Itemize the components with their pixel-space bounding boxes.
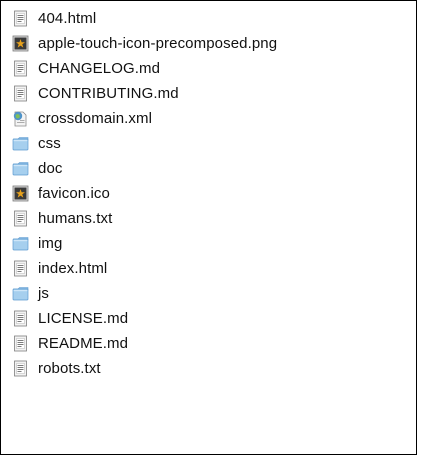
file-name: LICENSE.md [38, 310, 129, 327]
file-name: humans.txt [38, 210, 113, 227]
file-name: css [38, 135, 61, 152]
folder-icon [12, 160, 29, 177]
file-name: 404.html [38, 10, 97, 27]
xml-file-icon [12, 110, 29, 127]
text-document-icon [12, 310, 29, 327]
file-name: crossdomain.xml [38, 110, 153, 127]
image-file-icon [12, 185, 29, 202]
folder-item[interactable]: css [12, 131, 277, 156]
file-name: CONTRIBUTING.md [38, 85, 179, 102]
file-item[interactable]: CHANGELOG.md [12, 56, 277, 81]
folder-icon [12, 135, 29, 152]
file-item[interactable]: 404.html [12, 6, 277, 31]
file-name: doc [38, 160, 63, 177]
folder-icon [12, 285, 29, 302]
file-name: robots.txt [38, 360, 101, 377]
file-list: 404.html apple-touch-icon-precomposed.png… [12, 6, 277, 381]
file-item[interactable]: LICENSE.md [12, 306, 277, 331]
file-name: img [38, 235, 63, 252]
folder-item[interactable]: img [12, 231, 277, 256]
file-name: README.md [38, 335, 129, 352]
file-item[interactable]: humans.txt [12, 206, 277, 231]
file-name: js [38, 285, 50, 302]
file-item[interactable]: CONTRIBUTING.md [12, 81, 277, 106]
image-file-icon [12, 35, 29, 52]
file-item[interactable]: crossdomain.xml [12, 106, 277, 131]
file-item[interactable]: robots.txt [12, 356, 277, 381]
file-name: CHANGELOG.md [38, 60, 161, 77]
file-name: apple-touch-icon-precomposed.png [38, 35, 278, 52]
folder-item[interactable]: doc [12, 156, 277, 181]
text-document-icon [12, 260, 29, 277]
text-document-icon [12, 335, 29, 352]
folder-icon [12, 235, 29, 252]
folder-item[interactable]: js [12, 281, 277, 306]
text-document-icon [12, 60, 29, 77]
file-item[interactable]: index.html [12, 256, 277, 281]
file-browser-window: 404.html apple-touch-icon-precomposed.png… [0, 0, 417, 455]
file-item[interactable]: favicon.ico [12, 181, 277, 206]
file-name: index.html [38, 260, 108, 277]
file-item[interactable]: README.md [12, 331, 277, 356]
text-document-icon [12, 10, 29, 27]
text-document-icon [12, 85, 29, 102]
text-document-icon [12, 360, 29, 377]
text-document-icon [12, 210, 29, 227]
file-name: favicon.ico [38, 185, 110, 202]
file-item[interactable]: apple-touch-icon-precomposed.png [12, 31, 277, 56]
